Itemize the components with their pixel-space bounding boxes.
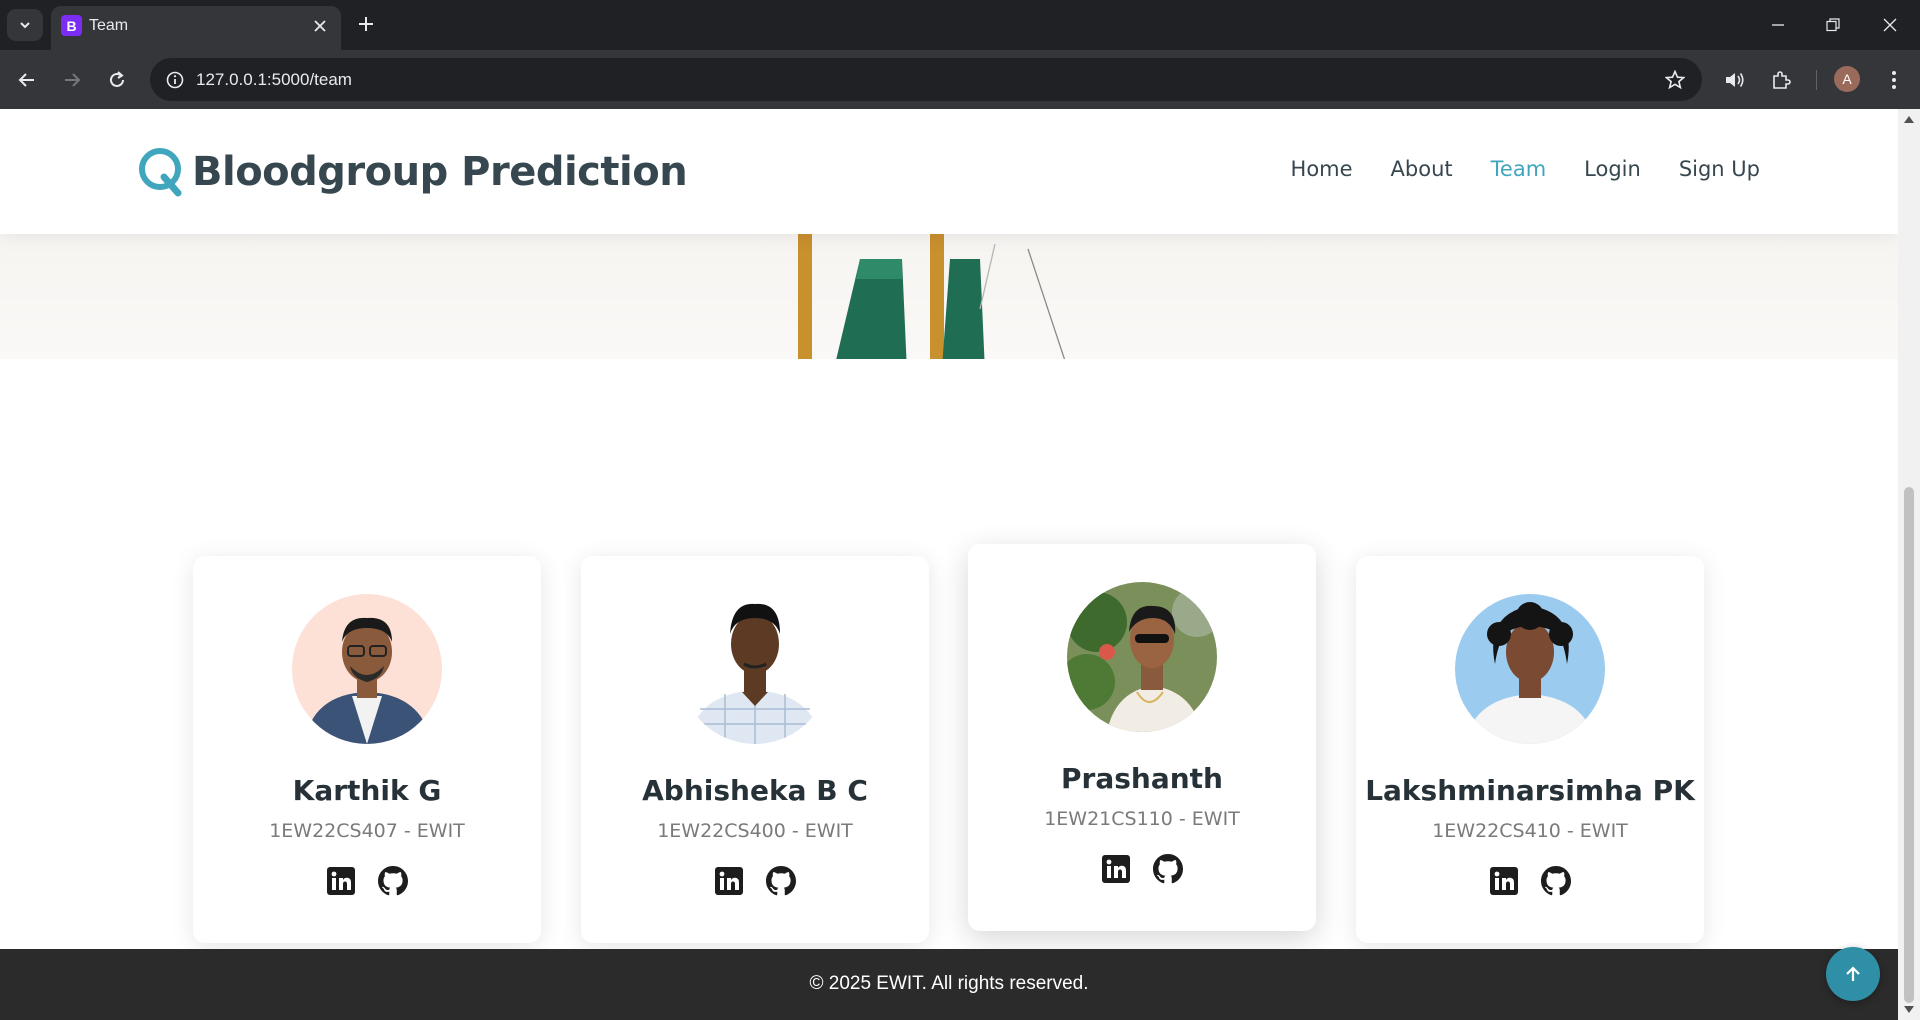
page-scrollbar[interactable]: [1898, 109, 1920, 1020]
restore-icon: [1826, 18, 1840, 32]
nav-login[interactable]: Login: [1584, 157, 1641, 181]
reload-button[interactable]: [101, 64, 133, 96]
nav-about[interactable]: About: [1391, 157, 1453, 181]
member-photo: [1455, 594, 1605, 744]
member-id: 1EW22CS407 - EWIT: [269, 820, 465, 842]
triangle-down-icon: [1904, 1006, 1914, 1013]
linkedin-icon: [327, 867, 355, 895]
member-photo: [680, 594, 830, 744]
minimize-icon: [1772, 24, 1784, 26]
linkedin-link[interactable]: [326, 866, 356, 896]
new-tab-button[interactable]: [352, 10, 380, 38]
member-id: 1EW22CS400 - EWIT: [657, 820, 853, 842]
member-photo: [292, 594, 442, 744]
member-photo: [1067, 582, 1217, 732]
nav-team[interactable]: Team: [1491, 157, 1547, 181]
profile-avatar[interactable]: A: [1834, 66, 1860, 92]
triangle-up-icon: [1904, 116, 1914, 123]
member-id: 1EW21CS110 - EWIT: [1044, 808, 1240, 830]
logo-q-icon: [139, 148, 182, 197]
github-icon: [1541, 866, 1571, 896]
github-icon: [766, 866, 796, 896]
site-info-button[interactable]: [162, 67, 188, 93]
linkedin-icon: [1102, 855, 1130, 883]
linkedin-link[interactable]: [1489, 866, 1519, 896]
nav-sign-up[interactable]: Sign Up: [1679, 157, 1760, 181]
star-icon: [1665, 70, 1685, 90]
reload-icon: [110, 71, 124, 87]
chevron-down-icon: [20, 22, 30, 29]
arrow-left-icon: [18, 73, 34, 87]
member-avatar-image: [680, 594, 830, 744]
site-header: Bloodgroup Prediction Home About Team Lo…: [0, 109, 1898, 234]
team-card: Abhisheka B C 1EW22CS400 - EWIT: [581, 556, 929, 943]
linkedin-icon: [715, 867, 743, 895]
address-bar[interactable]: 127.0.0.1:5000/team: [150, 58, 1702, 101]
copyright-text: © 2025 EWIT. All rights reserved.: [809, 973, 1089, 994]
member-avatar-image: [292, 594, 442, 744]
site-logo[interactable]: Bloodgroup Prediction: [138, 147, 688, 197]
plus-icon: [359, 17, 373, 31]
back-to-top-button[interactable]: [1826, 947, 1880, 1001]
linkedin-link[interactable]: [1101, 854, 1131, 884]
restore-button[interactable]: [1815, 9, 1851, 41]
linkedin-icon: [1490, 867, 1518, 895]
member-avatar-image: [1067, 582, 1217, 732]
tab-close-button[interactable]: [309, 15, 331, 37]
media-control-button[interactable]: [1719, 64, 1751, 96]
tab-favicon-icon: B: [61, 15, 82, 36]
puzzle-icon: [1773, 71, 1791, 89]
brand-name: Bloodgroup Prediction: [192, 149, 688, 195]
github-link[interactable]: [378, 866, 408, 896]
team-section: Karthik G 1EW22CS407 - EWIT Abhisheka B …: [0, 359, 1898, 959]
forward-button[interactable]: [56, 64, 88, 96]
member-name: Abhisheka B C: [642, 774, 868, 807]
bookmark-button[interactable]: [1662, 67, 1688, 93]
url-text: 127.0.0.1:5000/team: [196, 70, 352, 89]
arrow-up-icon: [1846, 966, 1860, 981]
close-icon: [1883, 18, 1897, 32]
browser-menu-button[interactable]: [1878, 64, 1910, 96]
member-name: Lakshminarsimha PK: [1365, 774, 1695, 807]
speaker-icon: [1726, 73, 1744, 87]
member-name: Karthik G: [292, 774, 442, 807]
nav-home[interactable]: Home: [1291, 157, 1353, 181]
github-icon: [378, 866, 408, 896]
member-name: Prashanth: [1061, 762, 1223, 795]
member-id: 1EW22CS410 - EWIT: [1432, 820, 1628, 842]
toolbar-divider: [1816, 70, 1817, 90]
extensions-button[interactable]: [1765, 64, 1797, 96]
social-links: [1356, 866, 1704, 896]
member-avatar-image: [1455, 594, 1605, 744]
back-button[interactable]: [11, 64, 43, 96]
browser-toolbar: 127.0.0.1:5000/team A: [0, 50, 1920, 109]
browser-tab[interactable]: B Team: [51, 6, 341, 50]
more-vertical-icon: [1892, 71, 1896, 89]
page-viewport: Bloodgroup Prediction Home About Team Lo…: [0, 109, 1898, 1020]
scroll-down-arrow[interactable]: [1904, 1005, 1914, 1015]
github-icon: [1153, 854, 1183, 884]
github-link[interactable]: [766, 866, 796, 896]
close-window-button[interactable]: [1872, 9, 1908, 41]
tab-title: Team: [89, 17, 129, 34]
team-card: Prashanth 1EW21CS110 - EWIT: [968, 544, 1316, 931]
info-icon: [166, 71, 184, 89]
team-card: Karthik G 1EW22CS407 - EWIT: [193, 556, 541, 943]
github-link[interactable]: [1541, 866, 1571, 896]
browser-tab-bar: B Team: [0, 0, 1920, 50]
site-footer: © 2025 EWIT. All rights reserved.: [0, 949, 1898, 1020]
team-card: Lakshminarsimha PK 1EW22CS410 - EWIT: [1356, 556, 1704, 943]
social-links: [193, 866, 541, 896]
arrow-right-icon: [65, 73, 81, 87]
minimize-button[interactable]: [1760, 9, 1796, 41]
github-link[interactable]: [1153, 854, 1183, 884]
linkedin-link[interactable]: [714, 866, 744, 896]
close-icon: [314, 20, 326, 32]
social-links: [968, 854, 1316, 884]
scroll-up-arrow[interactable]: [1904, 114, 1914, 124]
tab-search-button[interactable]: [7, 9, 43, 41]
main-nav: Home About Team Login Sign Up: [1291, 157, 1760, 181]
scrollbar-thumb[interactable]: [1904, 487, 1914, 1003]
social-links: [581, 866, 929, 896]
